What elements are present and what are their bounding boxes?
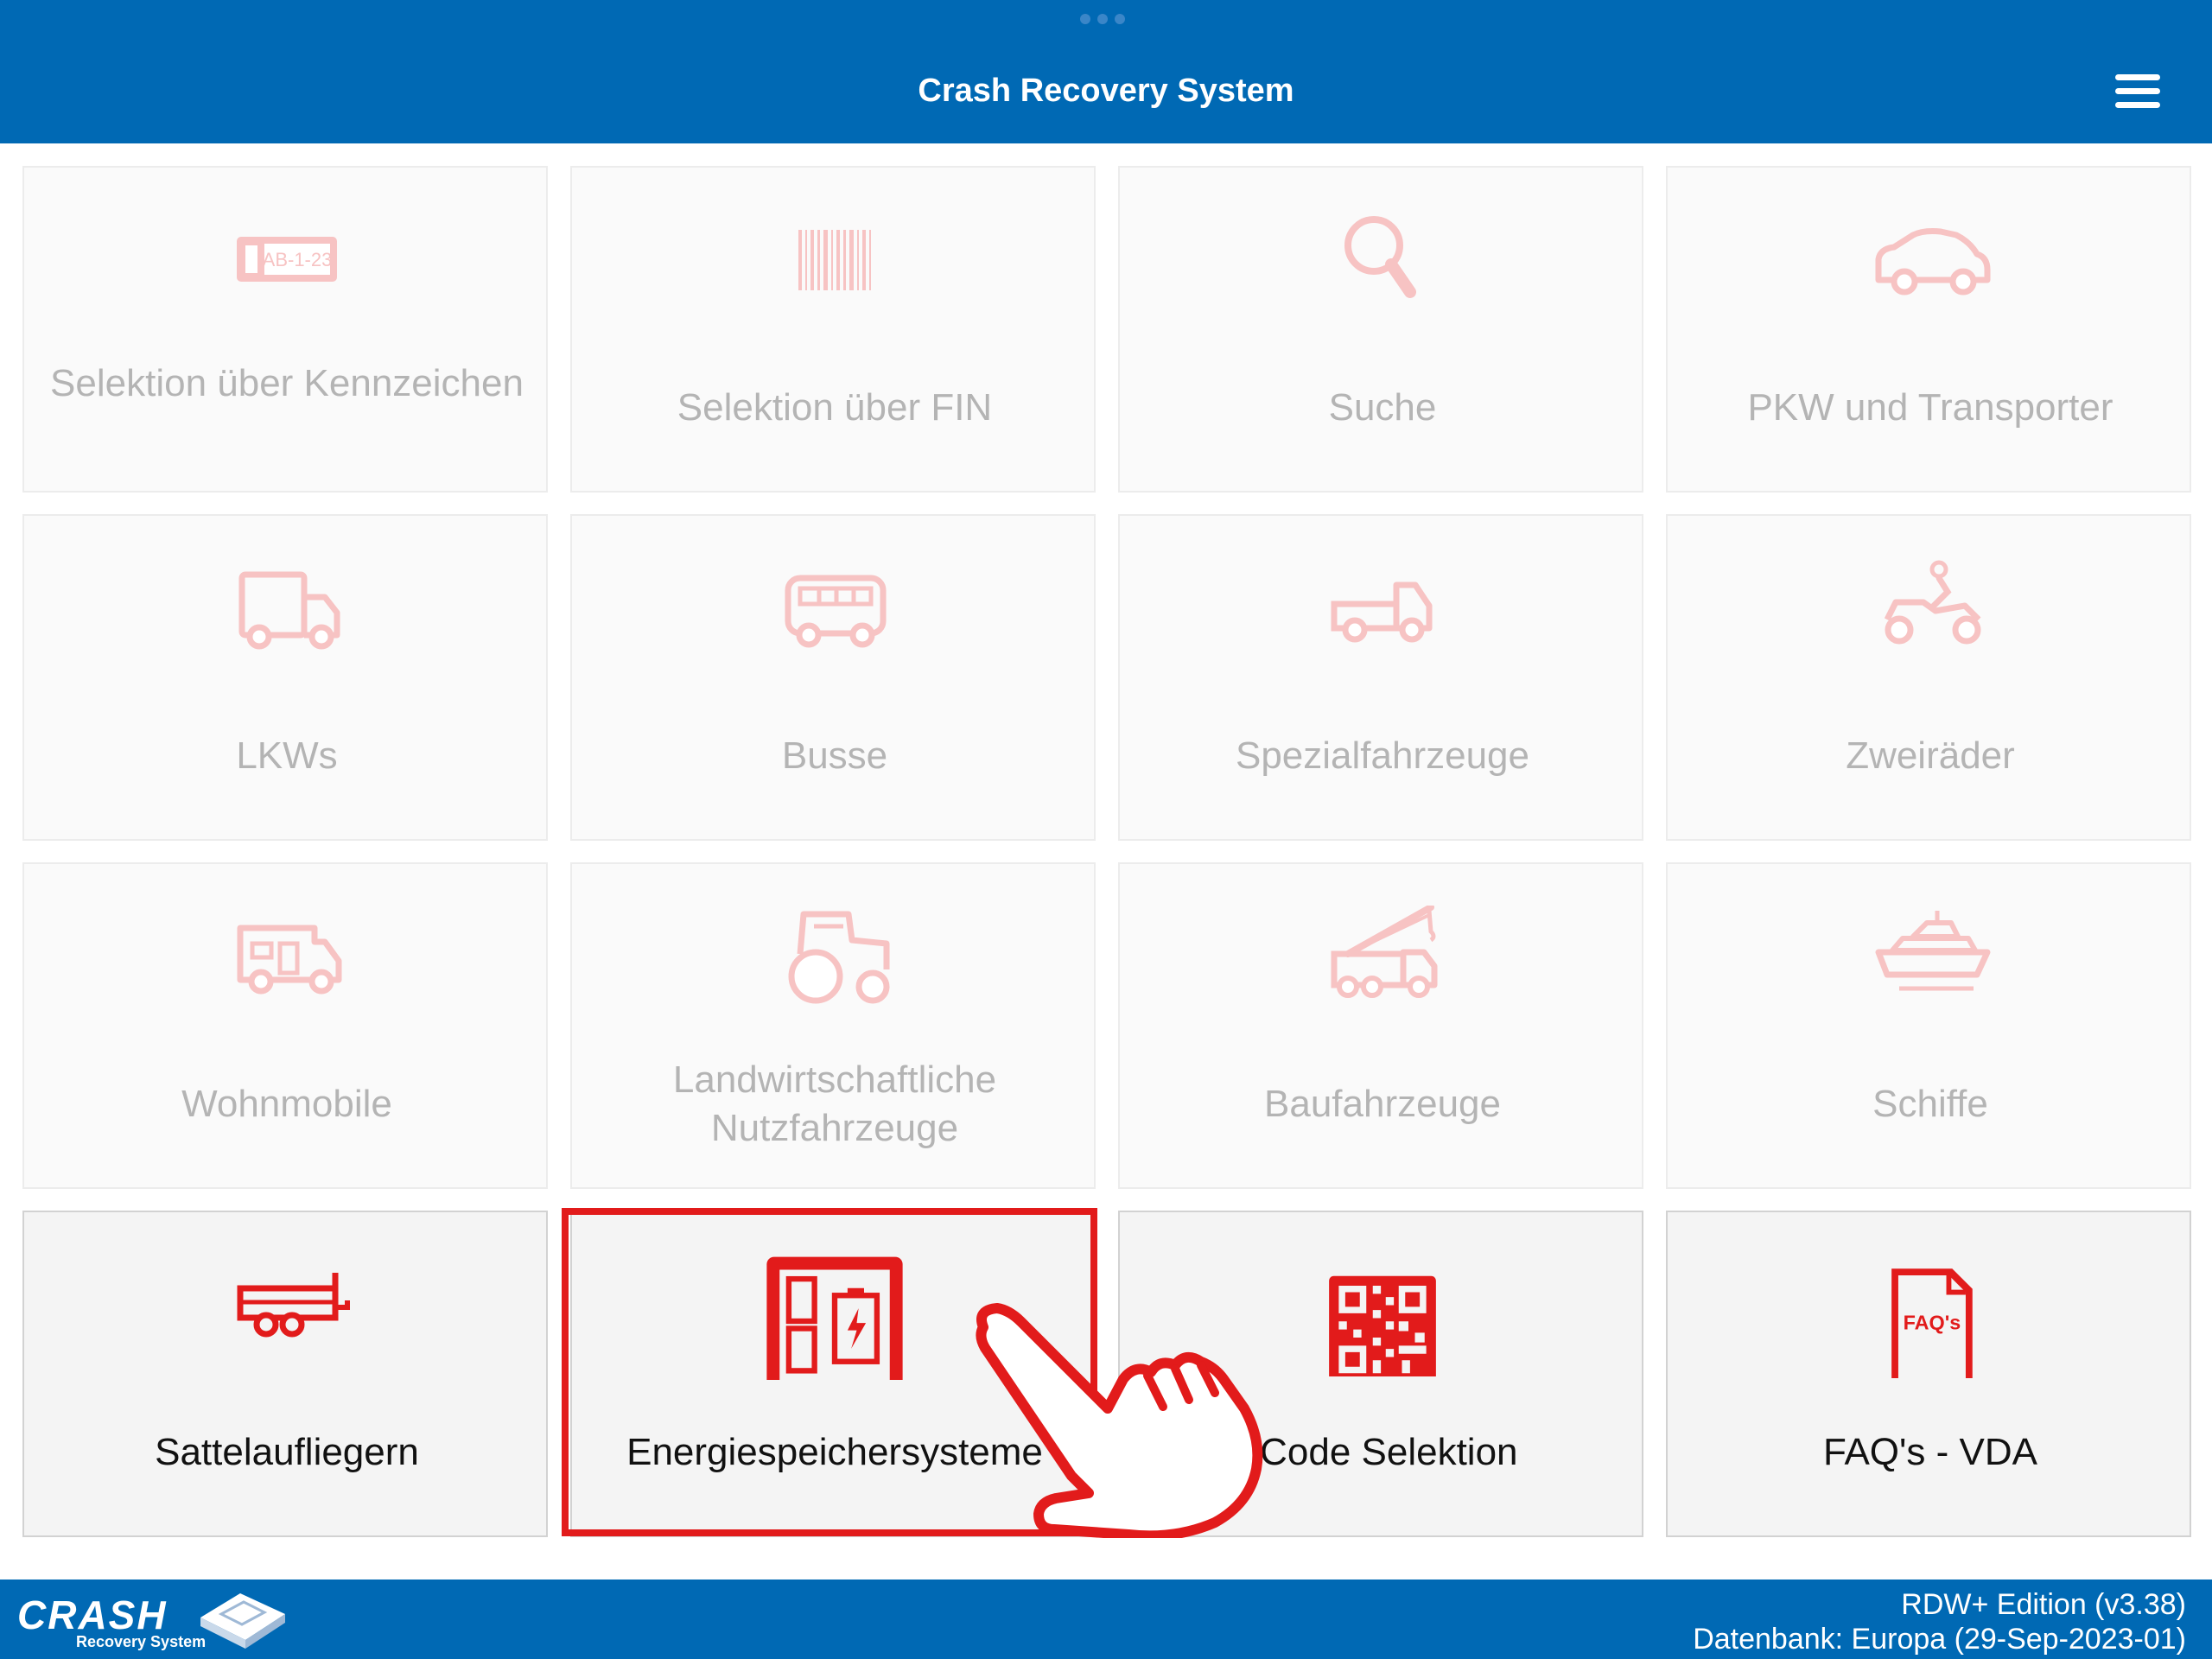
magnifier-icon xyxy=(1313,209,1452,309)
app-footer: CRASH Recovery System RDW+ Edition (v3.3… xyxy=(0,1580,2212,1659)
database-info: Datenbank: Europa (29-Sep-2023-01) xyxy=(1693,1623,2186,1656)
tile-label: Wohnmobile xyxy=(181,1083,392,1125)
tile-zweiraeder[interactable]: Zweiräder xyxy=(1666,514,2191,841)
tile-lkws[interactable]: LKWs xyxy=(22,514,548,841)
tile-label: FAQ's - VDA xyxy=(1823,1431,2037,1473)
tile-label: PKW und Transporter xyxy=(1747,386,2113,429)
drag-grabber[interactable] xyxy=(1080,14,1132,26)
tile-baufahrzeuge[interactable]: Baufahrzeuge xyxy=(1118,862,1643,1189)
bus-icon xyxy=(766,557,904,658)
tile-pkw-transporter[interactable]: PKW und Transporter xyxy=(1666,166,2191,493)
camper-icon xyxy=(218,906,356,1006)
tile-label: Baufahrzeuge xyxy=(1264,1083,1501,1125)
car-icon xyxy=(1861,209,1999,309)
tractor-icon xyxy=(766,906,904,1006)
page-title: Crash Recovery System xyxy=(918,73,1294,109)
logo-subtitle: Recovery System xyxy=(76,1633,207,1650)
plate-text: AB-1-23 xyxy=(263,249,333,270)
tile-busse[interactable]: Busse xyxy=(570,514,1096,841)
trailer-icon xyxy=(218,1254,356,1354)
special-vehicle-icon xyxy=(1313,557,1452,658)
tile-label: Suche xyxy=(1328,386,1437,429)
crane-truck-icon xyxy=(1313,904,1452,1006)
energy-storage-icon xyxy=(766,1233,904,1393)
tile-landwirtschaftliche-nutzfahrzeuge[interactable]: Landwirtschaftliche Nutzfahrzeuge xyxy=(570,862,1096,1189)
tile-schiffe[interactable]: Schiffe xyxy=(1666,862,2191,1189)
tile-label: Selektion über FIN xyxy=(677,386,993,429)
motorcycle-icon xyxy=(1861,557,1999,658)
barcode-icon xyxy=(766,209,904,309)
tile-label: Selektion über Kennzeichen xyxy=(50,362,524,404)
truck-icon xyxy=(218,557,356,658)
logo-wordmark: CRASH xyxy=(17,1592,168,1637)
tile-label: Zweiräder xyxy=(1846,734,2015,777)
tile-label: Schiffe xyxy=(1872,1083,1988,1125)
qr-code-icon xyxy=(1313,1254,1452,1383)
tile-wohnmobile[interactable]: Wohnmobile xyxy=(22,862,548,1189)
logo-car-icon xyxy=(200,1593,285,1649)
tile-label: Spezialfahrzeuge xyxy=(1235,734,1529,777)
tap-hand-icon xyxy=(959,1296,1270,1541)
edition-info: RDW+ Edition (v3.38) xyxy=(1901,1588,2186,1621)
tile-sattelaufliegern[interactable]: Sattelaufliegern xyxy=(22,1211,548,1537)
crash-recovery-logo: CRASH Recovery System xyxy=(17,1592,294,1652)
faq-document-icon: FAQ's xyxy=(1861,1254,1999,1389)
tile-label: Sattelaufliegern xyxy=(155,1431,419,1473)
tile-label: LKWs xyxy=(236,734,338,777)
faq-text: FAQ's xyxy=(1904,1311,1961,1333)
tile-suche[interactable]: Suche xyxy=(1118,166,1643,493)
ship-icon xyxy=(1861,906,1999,1006)
tile-selektion-kennzeichen[interactable]: AB-1-23 Selektion über Kennzeichen xyxy=(22,166,548,493)
hamburger-menu-button[interactable] xyxy=(2108,67,2169,116)
tile-label: Busse xyxy=(781,734,888,777)
tile-faqs-vda[interactable]: FAQ's FAQ's - VDA xyxy=(1666,1211,2191,1537)
license-plate-icon: AB-1-23 xyxy=(218,209,356,309)
tile-label: Landwirtschaftliche Nutzfahrzeuge xyxy=(672,1058,997,1149)
app-header: Crash Recovery System xyxy=(0,0,2212,143)
tile-spezialfahrzeuge[interactable]: Spezialfahrzeuge xyxy=(1118,514,1643,841)
tile-selektion-fin[interactable]: Selektion über FIN xyxy=(570,166,1096,493)
